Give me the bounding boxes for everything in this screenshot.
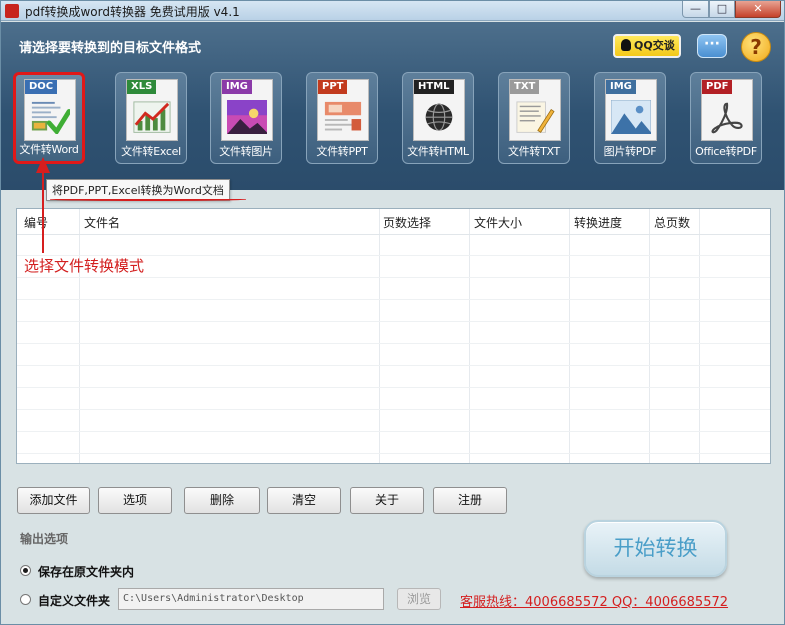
- mode-tile-image-to-pdf[interactable]: IMG 图片转PDF: [594, 72, 666, 164]
- mode-label: 文件转TXT: [508, 145, 560, 158]
- mode-tag: PDF: [702, 80, 733, 94]
- custom-folder-label[interactable]: 自定义文件夹: [38, 592, 110, 609]
- mode-label: 文件转PPT: [316, 145, 368, 158]
- column-header-file-size[interactable]: 文件大小: [474, 214, 522, 231]
- xls-file-icon: XLS: [126, 79, 178, 141]
- column-header-progress[interactable]: 转换进度: [574, 214, 622, 231]
- service-hotline-link[interactable]: 客服热线：4006685572 QQ：4006685572: [460, 591, 728, 610]
- mode-tag: HTML: [414, 80, 454, 94]
- row-divider: [17, 387, 770, 388]
- mode-label: 图片转PDF: [603, 145, 657, 158]
- options-button[interactable]: 选项: [98, 487, 172, 514]
- column-divider: [699, 209, 700, 463]
- header-title: 请选择要转换到的目标文件格式: [19, 41, 202, 56]
- column-divider: [379, 209, 380, 463]
- close-button[interactable]: ✕: [735, 1, 781, 18]
- help-icon[interactable]: ?: [741, 32, 771, 62]
- register-button[interactable]: 注册: [433, 487, 507, 514]
- mode-tag: TXT: [510, 80, 540, 94]
- output-path-input[interactable]: C:\Users\Administrator\Desktop: [118, 588, 384, 610]
- ppt-file-icon: PPT: [317, 79, 369, 141]
- table-header: 编号 文件名 页数选择 文件大小 转换进度 总页数: [17, 209, 770, 235]
- clear-button[interactable]: 清空: [267, 487, 341, 514]
- row-divider: [17, 431, 770, 432]
- mode-tag: PPT: [318, 80, 348, 94]
- image-landscape-art: [227, 100, 267, 135]
- chat-bubble-icon[interactable]: ···: [697, 34, 727, 58]
- row-divider: [17, 343, 770, 344]
- mode-tile-office-to-pdf[interactable]: PDF Office转PDF: [690, 72, 762, 164]
- column-divider: [569, 209, 570, 463]
- mode-label: 文件转Word: [19, 143, 79, 156]
- column-divider: [469, 209, 470, 463]
- mode-tile-image[interactable]: IMG 文件转图片: [210, 72, 282, 164]
- row-divider: [17, 453, 770, 454]
- custom-folder-radio[interactable]: [20, 594, 31, 605]
- mode-tag: IMG: [222, 80, 252, 94]
- app-window: pdf转换成word转换器 免费试用版 v4.1 — □ ✕ 请选择要转换到的目…: [0, 0, 785, 625]
- mode-label: 文件转Excel: [121, 145, 181, 158]
- row-divider: [17, 409, 770, 410]
- keep-original-folder-label[interactable]: 保存在原文件夹内: [38, 563, 134, 580]
- column-header-number[interactable]: 编号: [24, 214, 48, 231]
- title-bar: pdf转换成word转换器 免费试用版 v4.1 — □ ✕: [1, 1, 784, 21]
- add-file-button[interactable]: 添加文件: [17, 487, 90, 514]
- excel-chart-art: [133, 101, 171, 133]
- html-file-icon: HTML: [413, 79, 465, 141]
- mode-tile-txt[interactable]: TXT 文件转TXT: [498, 72, 570, 164]
- doc-file-icon: DOC: [24, 79, 76, 141]
- file-list-table[interactable]: 编号 文件名 页数选择 文件大小 转换进度 总页数 选择文件转换模式: [16, 208, 771, 464]
- txt-file-icon: TXT: [509, 79, 561, 141]
- acrobat-swirl-art: [711, 102, 743, 134]
- minimize-button[interactable]: —: [682, 1, 709, 18]
- mode-label: Office转PDF: [695, 145, 757, 158]
- format-header: 请选择要转换到的目标文件格式 QQ交谈 ··· ? DOC 文件转Word XL…: [1, 22, 784, 190]
- qq-penguin-icon: [621, 39, 631, 51]
- column-header-filename[interactable]: 文件名: [84, 214, 120, 231]
- image-mountain-art: [611, 100, 651, 135]
- about-button[interactable]: 关于: [350, 487, 424, 514]
- mode-tile-html[interactable]: HTML 文件转HTML: [402, 72, 474, 164]
- row-divider: [17, 365, 770, 366]
- maximize-button[interactable]: □: [709, 1, 735, 18]
- mode-tag: DOC: [25, 80, 58, 94]
- column-header-total-pages[interactable]: 总页数: [654, 214, 690, 231]
- keep-original-folder-radio[interactable]: [20, 565, 31, 576]
- delete-button[interactable]: 删除: [184, 487, 260, 514]
- tooltip-underline-mark: [50, 198, 246, 201]
- mode-label: 文件转HTML: [407, 145, 469, 158]
- browse-button[interactable]: 浏览: [397, 588, 441, 610]
- column-divider: [649, 209, 650, 463]
- qq-chat-button[interactable]: QQ交谈: [613, 34, 681, 58]
- mode-tile-excel[interactable]: XLS 文件转Excel: [115, 72, 187, 164]
- qq-chat-label: QQ交谈: [634, 39, 675, 52]
- mode-tag: IMG: [606, 80, 636, 94]
- word-document-art: [31, 101, 70, 135]
- window-title: pdf转换成word转换器 免费试用版 v4.1: [25, 5, 240, 19]
- mode-tag: XLS: [127, 80, 157, 94]
- mode-label: 文件转图片: [219, 145, 273, 158]
- mode-tile-ppt[interactable]: PPT 文件转PPT: [306, 72, 378, 164]
- ppt-slide-art: [324, 101, 362, 131]
- text-pencil-art: [516, 101, 555, 133]
- output-options-label: 输出选项: [20, 532, 69, 546]
- app-icon: [5, 4, 19, 18]
- start-convert-button[interactable]: 开始转换: [584, 520, 727, 577]
- globe-art: [425, 103, 453, 132]
- row-divider: [17, 277, 770, 278]
- mode-annotation: 选择文件转换模式: [24, 257, 145, 275]
- img-file-icon: IMG: [221, 79, 273, 141]
- pdf-file-icon: PDF: [701, 79, 753, 141]
- row-divider: [17, 321, 770, 322]
- column-divider: [79, 209, 80, 463]
- mode-tile-word[interactable]: DOC 文件转Word: [13, 72, 85, 164]
- img-file-icon: IMG: [605, 79, 657, 141]
- column-header-page-select[interactable]: 页数选择: [383, 214, 431, 231]
- row-divider: [17, 299, 770, 300]
